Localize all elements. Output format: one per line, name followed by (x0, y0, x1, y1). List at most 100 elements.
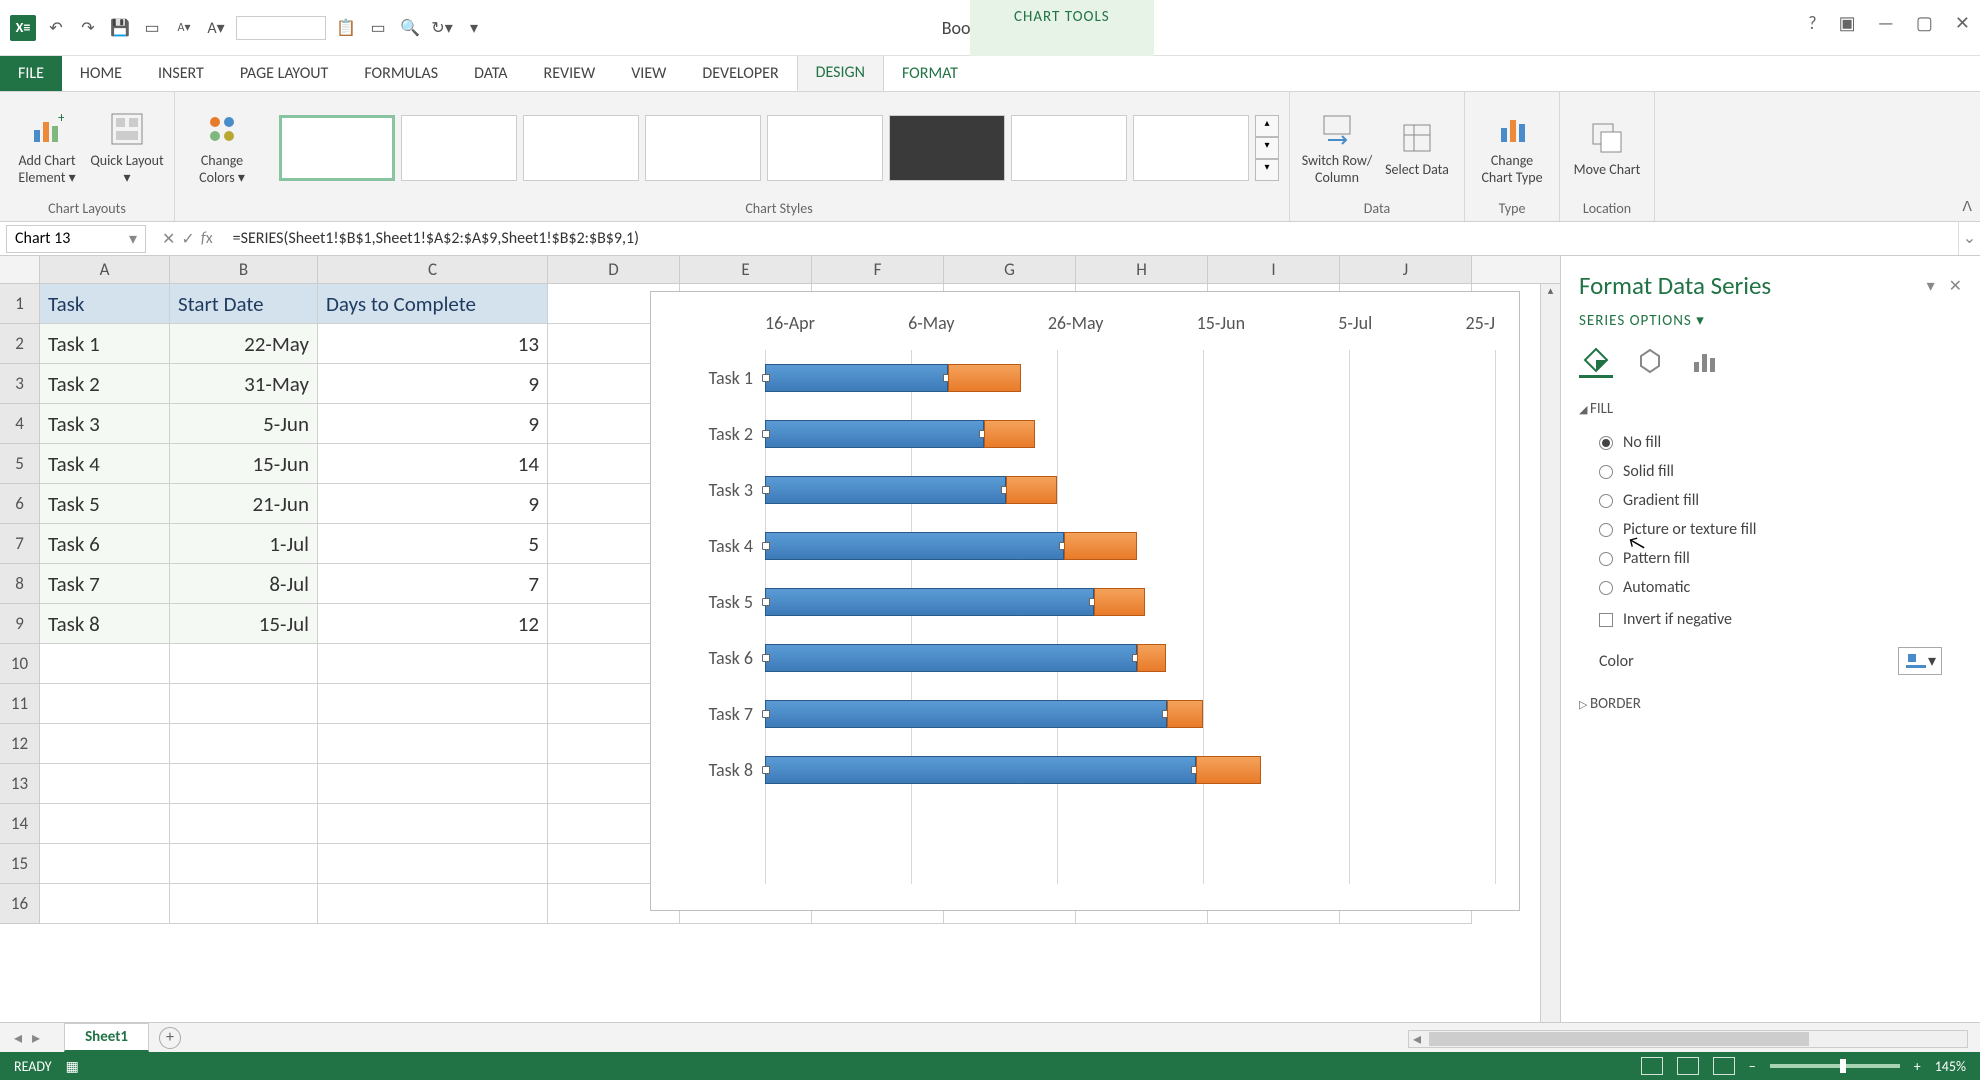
tab-insert[interactable]: INSERT (140, 56, 222, 91)
row-header-15[interactable]: 15 (0, 844, 40, 884)
cell-A4[interactable]: Task 3 (40, 404, 170, 444)
tab-data[interactable]: DATA (456, 56, 525, 91)
sheet-nav-prev[interactable]: ◂ (14, 1028, 22, 1048)
cell-C8[interactable]: 7 (318, 564, 548, 604)
cell-A6[interactable]: Task 5 (40, 484, 170, 524)
bar-segment-start[interactable] (765, 364, 948, 392)
bar-segment-start[interactable] (765, 700, 1167, 728)
cell-C12[interactable] (318, 724, 548, 764)
chart-style-7[interactable] (1011, 115, 1127, 181)
zoom-level[interactable]: 145% (1935, 1058, 1966, 1075)
cell-C13[interactable] (318, 764, 548, 804)
worksheet-grid[interactable]: A B C D E F G H I J 1TaskStart DateDays … (0, 256, 1560, 1022)
bar-segment-start[interactable] (765, 420, 984, 448)
pane-close-button[interactable]: ✕ (1949, 276, 1962, 296)
qat-button[interactable]: ▭ (140, 16, 164, 40)
cell-B5[interactable]: 15-Jun (170, 444, 318, 484)
cell-C1[interactable]: Days to Complete (318, 284, 548, 324)
cell-B6[interactable]: 21-Jun (170, 484, 318, 524)
border-section-header[interactable]: BORDER (1579, 695, 1962, 713)
name-box[interactable]: Chart 13▾ (6, 225, 146, 253)
bar-segment-duration[interactable] (1094, 588, 1145, 616)
fx-button[interactable]: fx (201, 229, 213, 249)
row-header-9[interactable]: 9 (0, 604, 40, 644)
fill-option-no-fill[interactable]: No fill (1579, 428, 1962, 457)
qat-button-5[interactable]: ↻▾ (430, 16, 454, 40)
cell-B11[interactable] (170, 684, 318, 724)
enter-formula-button[interactable]: ✓ (181, 229, 194, 249)
cell-A15[interactable] (40, 844, 170, 884)
cancel-formula-button[interactable]: ✕ (162, 229, 175, 249)
row-header-4[interactable]: 4 (0, 404, 40, 444)
bar-segment-duration[interactable] (1006, 476, 1057, 504)
effects-icon[interactable] (1633, 344, 1667, 378)
cell-C4[interactable]: 9 (318, 404, 548, 444)
change-chart-type-button[interactable]: Change Chart Type (1475, 109, 1549, 187)
cell-B15[interactable] (170, 844, 318, 884)
bar-segment-start[interactable] (765, 644, 1137, 672)
undo-button[interactable]: ↶ (44, 16, 68, 40)
qat-customize[interactable]: ▾ (462, 16, 486, 40)
cell-C3[interactable]: 9 (318, 364, 548, 404)
cell-C11[interactable] (318, 684, 548, 724)
expand-formula-bar-button[interactable]: ⌄ (1958, 222, 1980, 255)
chart-plot-area[interactable]: Task 1Task 2Task 3Task 4Task 5Task 6Task… (665, 350, 1495, 884)
fill-option-gradient-fill[interactable]: Gradient fill (1579, 486, 1962, 515)
col-header-J[interactable]: J (1340, 256, 1472, 283)
switch-row-column-button[interactable]: Switch Row/ Column (1300, 109, 1374, 187)
select-data-button[interactable]: Select Data (1380, 118, 1454, 179)
tab-view[interactable]: VIEW (613, 56, 684, 91)
cell-A2[interactable]: Task 1 (40, 324, 170, 364)
cell-B9[interactable]: 15-Jul (170, 604, 318, 644)
cell-A14[interactable] (40, 804, 170, 844)
zoom-in-button[interactable]: + (1914, 1058, 1921, 1075)
cell-C5[interactable]: 14 (318, 444, 548, 484)
row-header-5[interactable]: 5 (0, 444, 40, 484)
formula-input[interactable]: =SERIES(Sheet1!$B$1,Sheet1!$A$2:$A$9,She… (223, 229, 1958, 248)
select-all-corner[interactable] (0, 256, 40, 283)
cell-B2[interactable]: 22-May (170, 324, 318, 364)
chart-style-8[interactable] (1133, 115, 1249, 181)
row-header-13[interactable]: 13 (0, 764, 40, 804)
tab-home[interactable]: HOME (62, 56, 140, 91)
cell-C7[interactable]: 5 (318, 524, 548, 564)
sheet-tab-sheet1[interactable]: Sheet1 (64, 1023, 149, 1052)
cell-B10[interactable] (170, 644, 318, 684)
col-header-B[interactable]: B (170, 256, 318, 283)
qat-button-3[interactable]: ▭ (366, 16, 390, 40)
bar-segment-start[interactable] (765, 588, 1094, 616)
fill-option-picture-or-texture-fill[interactable]: Picture or texture fill (1579, 515, 1962, 544)
tab-page-layout[interactable]: PAGE LAYOUT (222, 56, 347, 91)
tab-review[interactable]: REVIEW (526, 56, 614, 91)
cell-B7[interactable]: 1-Jul (170, 524, 318, 564)
sheet-nav-next[interactable]: ▸ (32, 1028, 40, 1048)
pane-menu-button[interactable]: ▾ (1927, 276, 1935, 296)
tab-format[interactable]: FORMAT (884, 56, 976, 91)
horizontal-scrollbar[interactable]: ◂ (1408, 1030, 1968, 1048)
row-header-14[interactable]: 14 (0, 804, 40, 844)
cell-C2[interactable]: 13 (318, 324, 548, 364)
col-header-F[interactable]: F (812, 256, 944, 283)
ribbon-display-button[interactable]: ▣ (1839, 12, 1856, 34)
cell-A16[interactable] (40, 884, 170, 924)
cell-C14[interactable] (318, 804, 548, 844)
minimize-button[interactable]: — (1878, 12, 1894, 34)
col-header-H[interactable]: H (1076, 256, 1208, 283)
cell-A7[interactable]: Task 6 (40, 524, 170, 564)
cell-A12[interactable] (40, 724, 170, 764)
bar-segment-start[interactable] (765, 532, 1064, 560)
cell-B16[interactable] (170, 884, 318, 924)
move-chart-button[interactable]: Move Chart (1570, 118, 1644, 179)
fill-section-header[interactable]: FILL (1579, 400, 1962, 418)
chart-style-5[interactable] (767, 115, 883, 181)
cell-A10[interactable] (40, 644, 170, 684)
font-inc-button[interactable]: A▾ (204, 16, 228, 40)
collapse-ribbon-button[interactable]: ᐱ (1962, 198, 1972, 215)
cell-A11[interactable] (40, 684, 170, 724)
row-header-8[interactable]: 8 (0, 564, 40, 604)
row-header-2[interactable]: 2 (0, 324, 40, 364)
bar-segment-duration[interactable] (1064, 532, 1137, 560)
qat-button-4[interactable]: 🔍 (398, 16, 422, 40)
qat-button-2[interactable]: 📋 (334, 16, 358, 40)
macro-record-icon[interactable]: ▦ (66, 1058, 79, 1075)
